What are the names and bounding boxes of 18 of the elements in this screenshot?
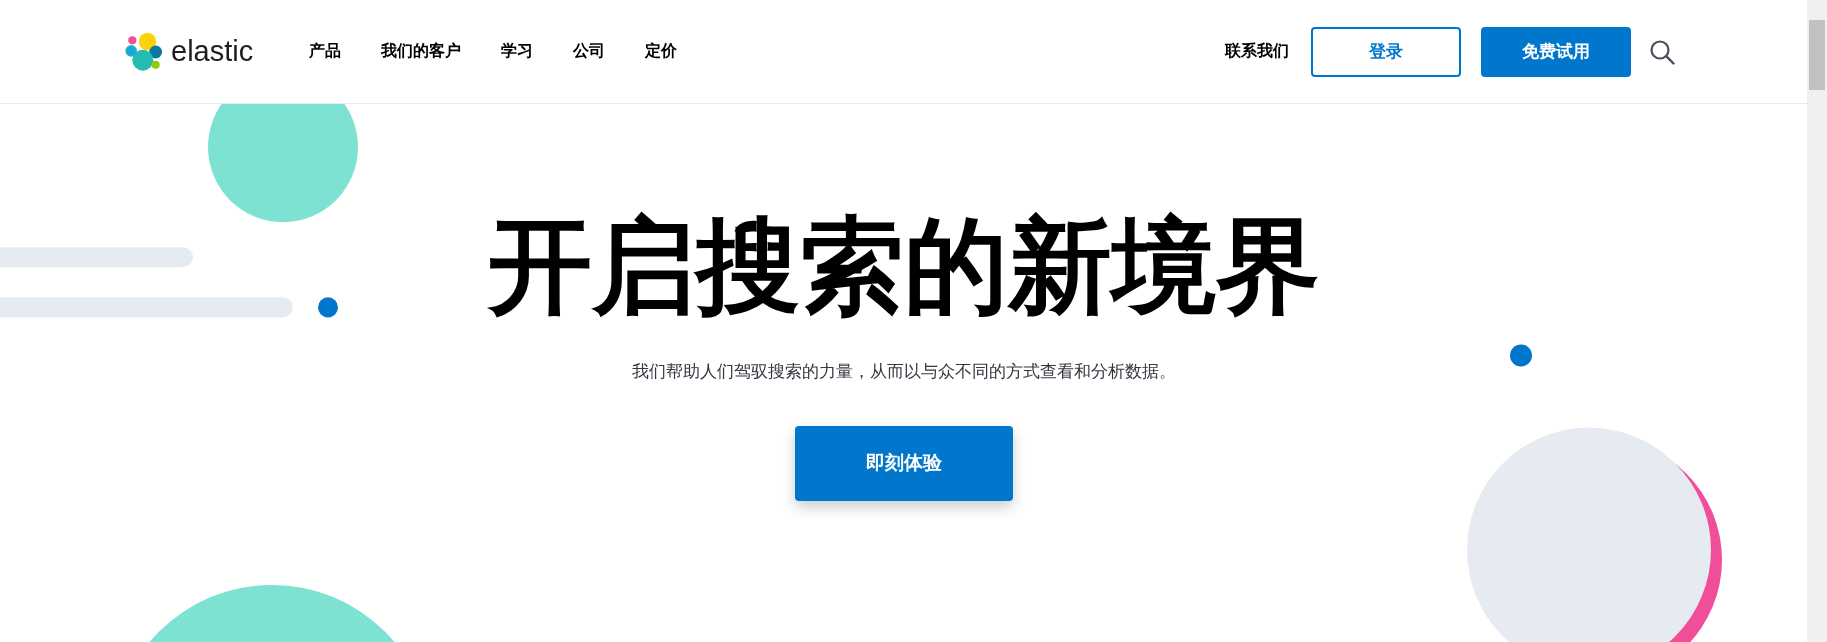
scrollbar[interactable] (1807, 0, 1827, 642)
contact-link[interactable]: 联系我们 (1225, 41, 1289, 62)
logo-text[interactable]: elastic (171, 35, 254, 68)
nav-link[interactable]: 定价 (645, 41, 678, 62)
hero-subtitle: 我们帮助人们驾驭搜索的力量，从而以与众不同的方式查看和分析数据。 (630, 359, 1177, 383)
decor-dot (1510, 344, 1532, 367)
free-trial-button[interactable]: 免费试用 (1481, 26, 1631, 77)
login-button[interactable]: 登录 (1311, 26, 1461, 77)
scrollbar-thumb[interactable] (1809, 20, 1825, 90)
nav-link[interactable]: 产品 (309, 41, 342, 62)
nav-link[interactable]: 我们的客户 (381, 41, 462, 62)
nav-link[interactable]: 公司 (573, 41, 606, 62)
nav-link[interactable]: 学习 (501, 41, 534, 62)
hero-title: 开启搜索的新境界 (487, 204, 1320, 329)
decor-dot (318, 297, 338, 318)
logo-icon (123, 30, 165, 73)
try-now-button[interactable]: 即刻体验 (794, 425, 1013, 501)
search-icon[interactable] (1649, 38, 1675, 65)
